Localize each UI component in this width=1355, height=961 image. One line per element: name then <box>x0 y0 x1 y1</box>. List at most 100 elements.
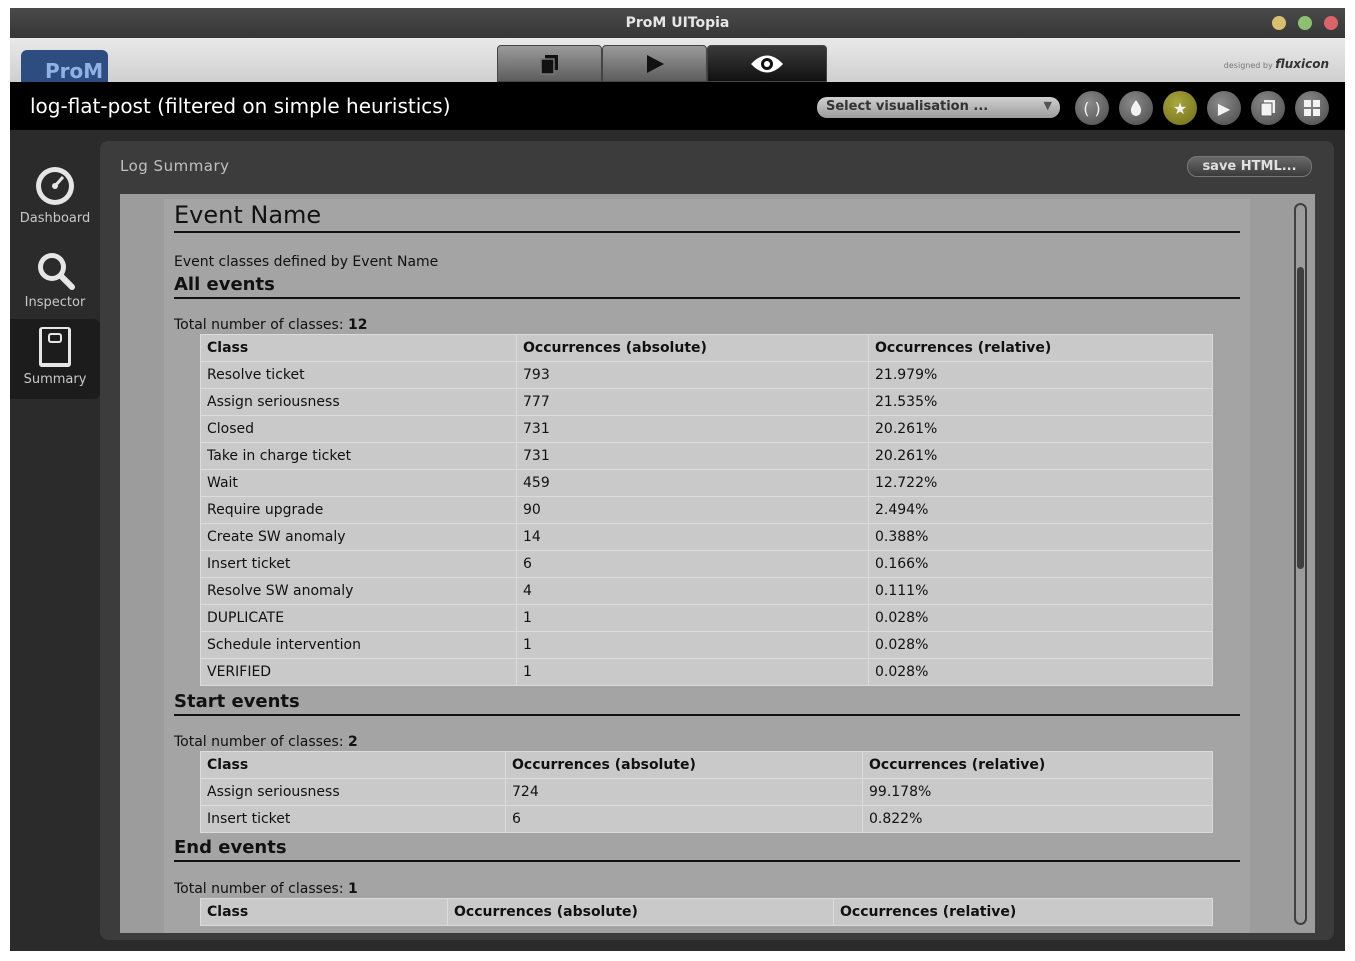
table-row: DUPLICATE 1 0.028% <box>200 604 1213 632</box>
nav-summary-label: Summary <box>23 372 87 387</box>
total-label: Total number of classes: <box>174 881 344 897</box>
table-cell: Assign seriousness <box>200 778 506 806</box>
dashboard-gauge-icon <box>36 167 74 205</box>
all-events-total: Total number of classes: 12 <box>174 317 368 333</box>
table-cell: 0.028% <box>868 658 1213 686</box>
end-events-table: Class Occurrences (absolute) Occurrences (… <box>200 898 1213 926</box>
minimize-button[interactable] <box>1272 16 1286 30</box>
table-row: Resolve ticket 793 21.979% <box>200 361 1213 389</box>
total-value: 2 <box>348 734 358 750</box>
column-header: Occurrences (absolute) <box>505 751 863 779</box>
table-cell: 99.178% <box>862 778 1213 806</box>
drop-button[interactable] <box>1119 91 1153 125</box>
table-cell: Take in charge ticket <box>200 442 517 470</box>
table-row: Require upgrade 90 2.494% <box>200 496 1213 524</box>
column-header: Occurrences (absolute) <box>516 334 869 362</box>
table-header-row: Class Occurrences (absolute) Occurrences (… <box>200 751 1213 779</box>
table-row: Insert ticket 6 0.166% <box>200 550 1213 578</box>
table-cell: Require upgrade <box>200 496 517 524</box>
total-label: Total number of classes: <box>174 317 344 333</box>
table-row: Assign seriousness 777 21.535% <box>200 388 1213 416</box>
star-icon: ★ <box>1172 98 1188 118</box>
table-cell: Closed <box>200 415 517 443</box>
table-cell: 4 <box>516 577 869 605</box>
table-cell: VERIFIED <box>200 658 517 686</box>
top-strip: ProM designed by fluxicon <box>10 38 1345 82</box>
copy-button[interactable] <box>1251 91 1285 125</box>
resource-title: log-flat-post (filtered on simple heuris… <box>30 94 451 118</box>
save-html-button[interactable]: save HTML... <box>1187 156 1312 177</box>
refresh-icon: ( ) <box>1083 98 1101 118</box>
tab-workspace[interactable] <box>497 45 602 82</box>
scrollbar-thumb[interactable] <box>1297 267 1304 569</box>
tab-actions[interactable] <box>602 45 707 82</box>
start-events-title: Start events <box>174 691 1240 716</box>
grid-icon <box>1304 100 1320 116</box>
table-cell: 12.722% <box>868 469 1213 497</box>
table-cell: 0.166% <box>868 550 1213 578</box>
column-header: Occurrences (relative) <box>862 751 1213 779</box>
nav-inspector[interactable]: Inspector <box>10 242 100 322</box>
nav-dashboard[interactable]: Dashboard <box>10 158 100 238</box>
close-button[interactable] <box>1324 16 1338 30</box>
table-cell: 1 <box>516 658 869 686</box>
table-header-row: Class Occurrences (absolute) Occurrences (… <box>200 898 1213 926</box>
table-cell: 20.261% <box>868 442 1213 470</box>
table-cell: 0.111% <box>868 577 1213 605</box>
magnifier-icon <box>38 253 75 290</box>
book-icon <box>39 327 71 367</box>
window-title: ProM UITopia <box>625 15 730 31</box>
table-cell: 731 <box>516 415 869 443</box>
column-header: Class <box>200 898 448 926</box>
table-cell: Resolve ticket <box>200 361 517 389</box>
table-cell: 1 <box>516 604 869 632</box>
table-cell: 2.494% <box>868 496 1213 524</box>
documents-icon <box>539 54 558 75</box>
run-button[interactable]: ▶ <box>1207 91 1241 125</box>
table-cell: Resolve SW anomaly <box>200 577 517 605</box>
table-row: Take in charge ticket 731 20.261% <box>200 442 1213 470</box>
table-row: Insert ticket 6 0.822% <box>200 805 1213 833</box>
nav-inspector-label: Inspector <box>24 295 86 310</box>
table-cell: 6 <box>516 550 869 578</box>
table-cell: 20.261% <box>868 415 1213 443</box>
start-events-table: Class Occurrences (absolute) Occurrences (… <box>200 751 1213 833</box>
column-header: Occurrences (relative) <box>868 334 1213 362</box>
prom-window: ProM UITopia ProM designed by fluxicon l… <box>10 8 1345 951</box>
table-cell: 777 <box>516 388 869 416</box>
panel-title: Log Summary <box>120 157 230 175</box>
table-cell: Insert ticket <box>200 805 506 833</box>
table-cell: 0.028% <box>868 631 1213 659</box>
nav-summary[interactable]: Summary <box>10 319 100 399</box>
fluxicon-brand: fluxicon <box>1275 57 1329 71</box>
total-value: 1 <box>348 881 358 897</box>
table-cell: 0.028% <box>868 604 1213 632</box>
designed-by: designed by fluxicon <box>1224 57 1329 71</box>
table-cell: 21.535% <box>868 388 1213 416</box>
refresh-button[interactable]: ( ) <box>1075 91 1109 125</box>
table-cell: 731 <box>516 442 869 470</box>
maximize-button[interactable] <box>1298 16 1312 30</box>
log-summary-panel: Log Summary save HTML... Event Name Even… <box>100 141 1334 940</box>
table-row: Schedule intervention 1 0.028% <box>200 631 1213 659</box>
table-cell: 6 <box>505 805 863 833</box>
start-events-total: Total number of classes: 2 <box>174 734 358 750</box>
table-cell: 724 <box>505 778 863 806</box>
all-events-table: Class Occurrences (absolute) Occurrences (… <box>200 334 1213 686</box>
visualisation-select[interactable]: Select visualisation ... ▼ <box>817 97 1060 118</box>
table-cell: DUPLICATE <box>200 604 517 632</box>
favorite-button[interactable]: ★ <box>1163 91 1197 125</box>
vertical-scrollbar[interactable] <box>1294 203 1307 925</box>
table-cell: Assign seriousness <box>200 388 517 416</box>
play-icon <box>646 54 664 73</box>
title-bar: ProM UITopia <box>10 8 1345 38</box>
table-row: Wait 459 12.722% <box>200 469 1213 497</box>
grid-button[interactable] <box>1295 91 1329 125</box>
summary-document: Event Name Event classes defined by Even… <box>164 199 1250 933</box>
table-cell: Create SW anomaly <box>200 523 517 551</box>
table-cell: Insert ticket <box>200 550 517 578</box>
tab-views[interactable] <box>707 45 827 82</box>
copy-icon <box>1260 100 1275 117</box>
total-label: Total number of classes: <box>174 734 344 750</box>
table-row: Resolve SW anomaly 4 0.111% <box>200 577 1213 605</box>
